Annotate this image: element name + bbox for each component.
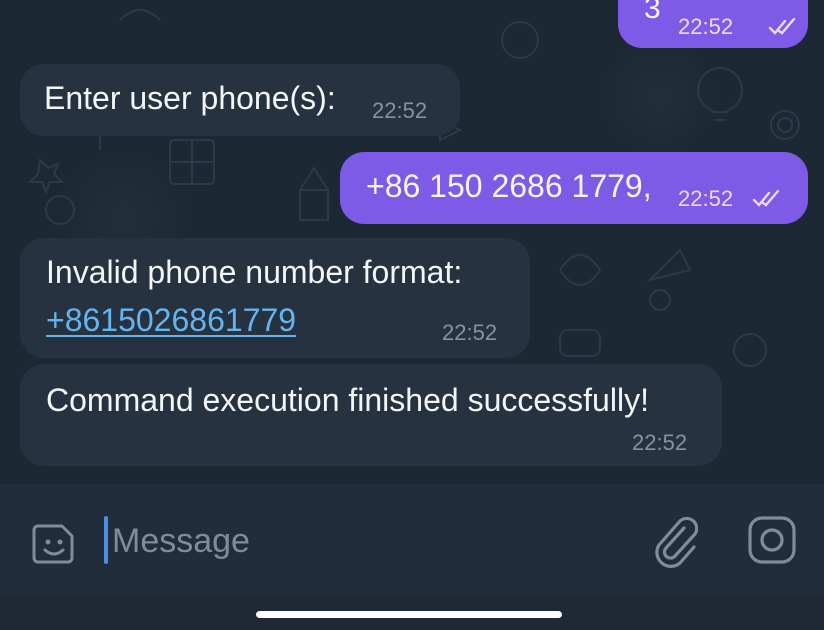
message-time: 22:52 bbox=[372, 98, 428, 123]
paperclip-icon[interactable] bbox=[650, 514, 698, 568]
message-time: 22:52 bbox=[442, 320, 498, 345]
message-time: 22:52 bbox=[678, 186, 734, 211]
message-time: 22:52 bbox=[632, 430, 688, 455]
message-composer: #composer input::placeholder{color:#7f8c… bbox=[0, 484, 824, 596]
message-text: Command execution finished successfully! bbox=[46, 382, 649, 418]
message-bubble-incoming[interactable]: Invalid phone number format: +8615026861… bbox=[20, 238, 530, 358]
message-text: +86 150 2686 1779, bbox=[366, 168, 652, 204]
camera-icon[interactable] bbox=[746, 514, 798, 566]
home-indicator[interactable] bbox=[256, 611, 562, 618]
chat-area[interactable]: 3 22:52 Enter user phone(s): 22:52 +86 1… bbox=[0, 0, 824, 484]
message-text: Enter user phone(s): bbox=[44, 80, 336, 116]
message-text: 3 bbox=[644, 0, 661, 25]
text-caret bbox=[104, 516, 108, 564]
sticker-icon[interactable] bbox=[30, 520, 78, 568]
read-checkmarks-icon bbox=[768, 18, 796, 35]
message-bubble-outgoing[interactable]: 3 22:52 bbox=[618, 0, 808, 48]
phone-number-link[interactable]: +8615026861779 bbox=[46, 302, 296, 339]
read-checkmarks-icon bbox=[752, 190, 780, 207]
message-text: Invalid phone number format: bbox=[46, 254, 463, 290]
message-input[interactable] bbox=[110, 514, 614, 568]
message-bubble-incoming[interactable]: Enter user phone(s): 22:52 bbox=[20, 64, 460, 136]
message-bubble-outgoing[interactable]: +86 150 2686 1779, 22:52 bbox=[340, 152, 808, 224]
message-bubble-incoming[interactable]: Command execution finished successfully!… bbox=[20, 364, 722, 466]
message-time: 22:52 bbox=[678, 14, 734, 39]
